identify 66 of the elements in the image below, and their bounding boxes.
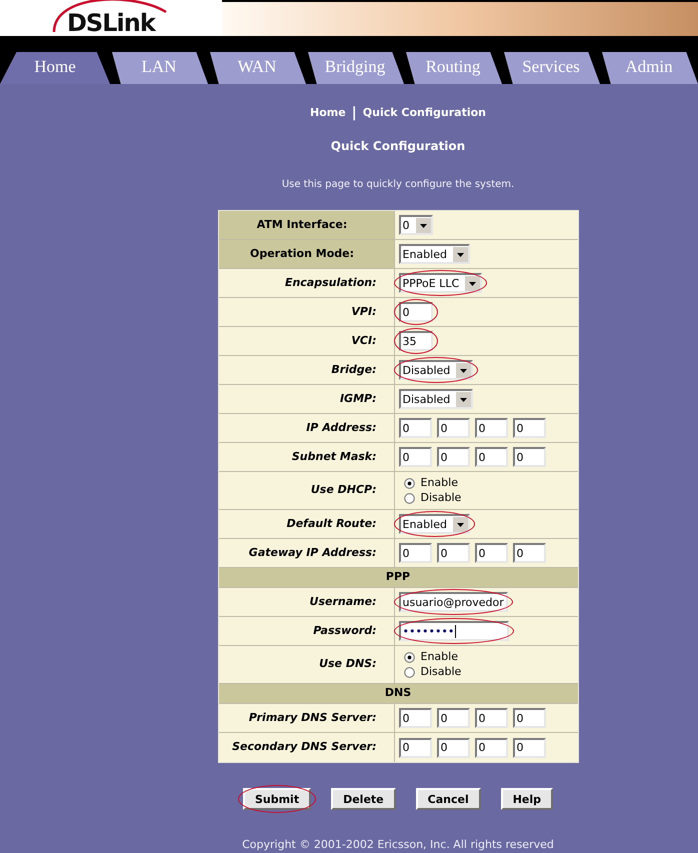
ip-octet-field[interactable]: 0: [512, 708, 546, 728]
ip-octet-field[interactable]: 0: [474, 418, 508, 438]
ip-octet-field[interactable]: 0: [436, 543, 470, 563]
ip-octet-field[interactable]: 0: [436, 447, 470, 467]
field-label: Use DHCP:: [218, 472, 394, 509]
radio-option[interactable]: Enable: [404, 476, 462, 490]
field-label: Default Route:: [218, 510, 394, 538]
select-field[interactable]: 0: [398, 215, 432, 235]
ip-octet-field[interactable]: 0: [512, 738, 546, 758]
ip-octet-field[interactable]: 0: [398, 418, 432, 438]
form-button[interactable]: Submit: [242, 788, 312, 810]
swoosh-icon: [50, 0, 168, 34]
breadcrumb-separator: |: [352, 104, 357, 122]
ip-octet-field[interactable]: 0: [512, 543, 546, 563]
ip-octet-field[interactable]: 0: [512, 418, 546, 438]
field-label: Password:: [218, 617, 394, 645]
ip-octet-field[interactable]: 0: [512, 447, 546, 467]
password-field[interactable]: ••••••••: [398, 621, 508, 641]
text-field[interactable]: 35: [398, 331, 432, 351]
copyright-text: Copyright © 2001-2002 Ericsson, Inc. All rights reserved: [242, 838, 554, 852]
ip-octet-field[interactable]: 0: [436, 708, 470, 728]
field-label: Operation Mode:: [218, 240, 394, 268]
field-label: Primary DNS Server:: [218, 704, 394, 732]
ip-octet-field[interactable]: 0: [436, 418, 470, 438]
field-label: IGMP:: [218, 385, 394, 413]
ip-octet-field[interactable]: 0: [436, 738, 470, 758]
nav-tab[interactable]: Home: [0, 52, 110, 84]
breadcrumb-link[interactable]: Home: [310, 104, 346, 122]
text-field[interactable]: 0: [398, 302, 432, 322]
ip-octet-field[interactable]: 0: [474, 543, 508, 563]
field-label: ATM Interface:: [218, 211, 394, 239]
field-label: Subnet Mask:: [218, 443, 394, 471]
field-label: VCI:: [218, 327, 394, 355]
select-field[interactable]: Disabled: [398, 389, 474, 409]
field-label: Bridge:: [218, 356, 394, 384]
page-description: Use this page to quickly configure the system.: [282, 178, 514, 192]
ip-octet-field[interactable]: 0: [398, 738, 432, 758]
logo-text: DSLink: [67, 12, 155, 34]
select-field[interactable]: Enabled: [398, 244, 470, 264]
form-button[interactable]: Cancel: [416, 788, 481, 810]
field-label: Username:: [218, 588, 394, 616]
page-title: Quick Configuration: [330, 138, 466, 155]
field-label: VPI:: [218, 298, 394, 326]
radio-option[interactable]: Disable: [404, 665, 462, 679]
field-label: Gateway IP Address:: [218, 539, 394, 567]
section-header: PPP: [218, 568, 578, 588]
ip-octet-field[interactable]: 0: [474, 738, 508, 758]
ip-octet-field[interactable]: 0: [398, 447, 432, 467]
ip-octet-field[interactable]: 0: [398, 543, 432, 563]
breadcrumb-current: Quick Configuration: [362, 104, 486, 121]
ip-octet-field[interactable]: 0: [398, 708, 432, 728]
field-label: Secondary DNS Server:: [218, 733, 394, 762]
form-button[interactable]: Delete: [331, 788, 396, 810]
field-label: Encapsulation:: [218, 269, 394, 297]
text-field[interactable]: usuario@provedor: [398, 592, 508, 612]
select-field[interactable]: Enabled: [398, 514, 470, 534]
ip-octet-field[interactable]: 0: [474, 708, 508, 728]
form-button[interactable]: Help: [500, 788, 554, 810]
field-label: IP Address:: [218, 414, 394, 442]
radio-option[interactable]: Disable: [404, 491, 462, 505]
field-label: Use DNS:: [218, 646, 394, 683]
select-field[interactable]: PPPoE LLC: [398, 273, 482, 293]
ip-octet-field[interactable]: 0: [474, 447, 508, 467]
select-field[interactable]: Disabled: [398, 360, 474, 380]
radio-option[interactable]: Enable: [404, 650, 462, 664]
section-header: DNS: [218, 684, 578, 704]
